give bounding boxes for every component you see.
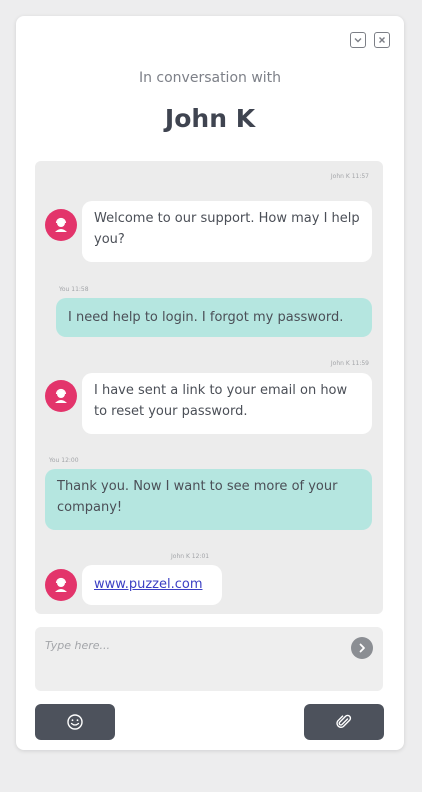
attach-button[interactable] bbox=[304, 704, 384, 740]
paperclip-icon bbox=[336, 714, 352, 728]
message-link[interactable]: www.puzzel.com bbox=[94, 577, 202, 592]
agent-avatar-icon bbox=[55, 217, 67, 232]
message-bubble-user: Thank you. Now I want to see more of you… bbox=[45, 469, 372, 530]
message-meta: You 11:58 bbox=[59, 286, 89, 293]
message-meta: John K 12:01 bbox=[171, 553, 210, 560]
agent-avatar-icon bbox=[55, 388, 67, 403]
close-button[interactable] bbox=[374, 32, 390, 48]
message-composer[interactable] bbox=[35, 627, 383, 691]
message-input[interactable] bbox=[43, 633, 337, 657]
message-bubble-agent: I have sent a link to your email on how … bbox=[82, 373, 372, 434]
agent-avatar-icon bbox=[55, 577, 67, 592]
message-meta: You 12:00 bbox=[49, 457, 79, 464]
chat-window: In conversation with John K John K 11:57… bbox=[16, 16, 404, 750]
message-bubble-agent: Welcome to our support. How may I help y… bbox=[82, 201, 372, 262]
conversation-panel: John K 11:57 Welcome to our support. How… bbox=[35, 161, 383, 614]
smiley-icon bbox=[67, 714, 83, 730]
message-bubble-user: I need help to login. I forgot my passwo… bbox=[56, 298, 372, 337]
minimize-chevron-icon bbox=[354, 38, 362, 43]
send-arrow-icon bbox=[359, 643, 365, 653]
send-button[interactable] bbox=[351, 637, 373, 659]
window-controls bbox=[350, 32, 390, 48]
emoji-button[interactable] bbox=[35, 704, 115, 740]
minimize-button[interactable] bbox=[350, 32, 366, 48]
message-meta: John K 11:57 bbox=[330, 173, 369, 180]
agent-avatar bbox=[45, 380, 77, 412]
message-meta: John K 11:59 bbox=[330, 360, 369, 367]
agent-avatar bbox=[45, 569, 77, 601]
message-bubble-agent: www.puzzel.com bbox=[82, 565, 222, 605]
conversation-subtitle: In conversation with bbox=[138, 70, 282, 86]
close-icon bbox=[379, 37, 385, 43]
agent-name: John K bbox=[164, 104, 256, 133]
agent-avatar bbox=[45, 209, 77, 241]
